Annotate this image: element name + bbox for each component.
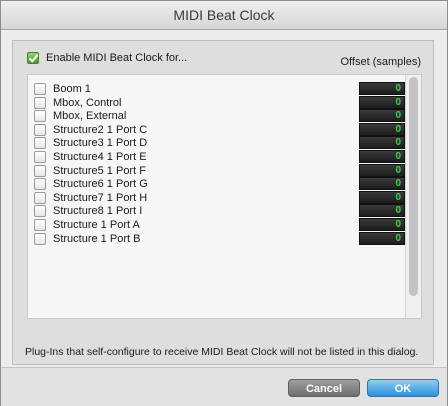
device-checkbox[interactable]: [34, 178, 46, 191]
ok-button[interactable]: OK: [367, 379, 439, 397]
midi-beat-clock-dialog: MIDI Beat Clock Enable MIDI Beat Clock f…: [0, 0, 448, 406]
list-item: Mbox, External 0: [28, 109, 405, 123]
offset-field[interactable]: 0: [359, 190, 405, 204]
enable-beat-clock-label: Enable MIDI Beat Clock for...: [46, 52, 188, 64]
device-checkbox[interactable]: [34, 137, 46, 150]
enable-beat-clock-checkbox[interactable]: [27, 52, 39, 64]
device-label: Mbox, External: [53, 110, 127, 123]
device-checkbox[interactable]: [34, 110, 46, 123]
list-item: Structure 1 Port A 0: [28, 218, 405, 232]
list-item: Structure4 1 Port E 0: [28, 150, 405, 164]
offset-field[interactable]: 0: [359, 204, 405, 218]
list-item: Structure2 1 Port C 0: [28, 122, 405, 137]
offset-field[interactable]: 0: [359, 136, 405, 150]
device-label: Boom 1: [53, 83, 91, 95]
device-label: Structure4 1 Port E: [53, 151, 147, 163]
main-panel: Enable MIDI Beat Clock for... Offset (sa…: [12, 40, 434, 365]
window-title: MIDI Beat Clock: [1, 1, 447, 30]
cancel-button[interactable]: Cancel: [288, 379, 360, 397]
button-bar: Cancel OK: [1, 367, 447, 406]
list-item: Structure5 1 Port F 0: [28, 163, 405, 178]
device-label: Mbox, Control: [53, 96, 122, 109]
device-list: Boom 1 0 Mbox, Control 0 Mbox, External 0 Stru…: [27, 74, 422, 319]
plugin-note: Plug-Ins that self-configure to receive …: [25, 346, 419, 358]
device-checkbox[interactable]: [34, 219, 46, 231]
offset-field[interactable]: 0: [359, 177, 405, 191]
device-label: Structure7 1 Port H: [53, 191, 148, 204]
device-label: Structure2 1 Port C: [53, 123, 148, 136]
device-checkbox[interactable]: [34, 96, 46, 109]
device-checkbox[interactable]: [34, 164, 46, 177]
offset-field[interactable]: 0: [359, 163, 405, 177]
list-item: Structure6 1 Port G 0: [28, 177, 405, 191]
list-item: Mbox, Control 0: [28, 95, 405, 110]
device-label: Structure3 1 Port D: [53, 137, 148, 150]
scrollbar-thumb[interactable]: [409, 77, 418, 296]
device-checkbox[interactable]: [34, 123, 46, 136]
offset-field[interactable]: 0: [359, 82, 405, 95]
list-scrollbar[interactable]: [405, 75, 421, 318]
list-item: Structure 1 Port B 0: [28, 231, 405, 246]
offset-field[interactable]: 0: [359, 150, 405, 163]
list-item: Structure8 1 Port I 0: [28, 204, 405, 218]
device-checkbox[interactable]: [34, 205, 46, 218]
device-checkbox[interactable]: [34, 83, 46, 95]
device-label: Structure 1 Port B: [53, 232, 141, 245]
list-item: Structure7 1 Port H 0: [28, 190, 405, 205]
device-label: Structure 1 Port A: [53, 219, 140, 231]
list-item: Boom 1 0: [28, 82, 405, 96]
device-checkbox[interactable]: [34, 232, 46, 245]
offset-field[interactable]: 0: [359, 109, 405, 123]
device-checkbox[interactable]: [34, 191, 46, 204]
offset-field[interactable]: 0: [359, 231, 405, 245]
offset-column-header: Offset (samples): [340, 56, 422, 68]
offset-field[interactable]: 0: [359, 218, 405, 231]
offset-field[interactable]: 0: [359, 95, 405, 109]
list-item: Structure3 1 Port D 0: [28, 136, 405, 150]
header-row: Enable MIDI Beat Clock for... Offset (sa…: [27, 52, 423, 68]
device-checkbox[interactable]: [34, 151, 46, 163]
device-label: Structure6 1 Port G: [53, 178, 148, 191]
device-label: Structure8 1 Port I: [53, 205, 143, 218]
offset-field[interactable]: 0: [359, 122, 405, 136]
device-label: Structure5 1 Port F: [53, 164, 146, 177]
